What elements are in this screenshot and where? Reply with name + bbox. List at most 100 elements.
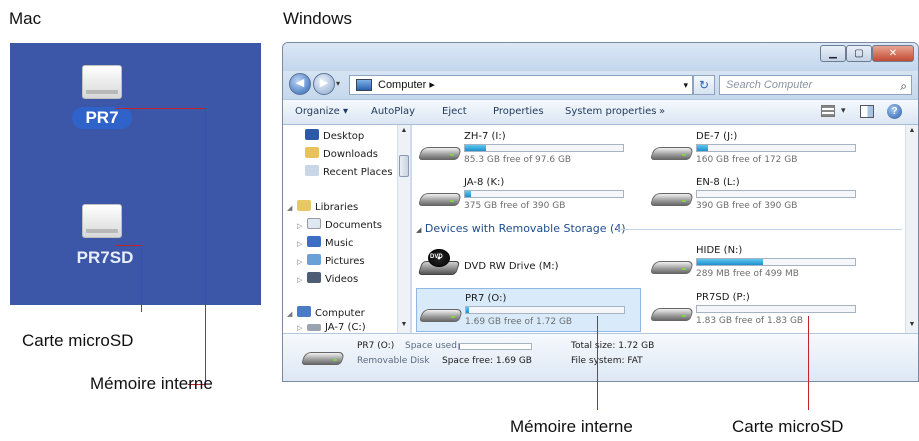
drive-de7[interactable]: DE-7 (J:) 160 GB free of 172 GB (648, 127, 873, 171)
content-scrollbar[interactable]: ▲ ▼ (905, 125, 918, 333)
navigation-pane: Desktop Downloads Recent Places ◢ Librari… (283, 125, 411, 333)
nav-item-libraries[interactable]: ◢ Libraries (287, 200, 358, 213)
nav-item-videos[interactable]: ▷ Videos (297, 272, 358, 285)
forward-button[interactable]: ▶ (313, 73, 335, 95)
mac-pr7sd-label[interactable]: PR7SD (65, 248, 145, 268)
expanded-triangle-icon[interactable]: ◢ (416, 226, 421, 234)
details-capacity-fill (459, 344, 461, 349)
mac-caption: Mac (9, 9, 42, 28)
title-bar[interactable]: ▁ ▢ ✕ (283, 43, 918, 71)
capacity-bar (464, 144, 624, 152)
details-drive-type: Removable Disk (357, 356, 430, 366)
mac-microsd-leader-v (141, 245, 142, 312)
properties-button[interactable]: Properties (493, 106, 544, 117)
drive-free-space: 1.69 GB free of 1.72 GB (465, 317, 573, 327)
navigation-scrollbar[interactable]: ▲ ▼ (397, 125, 410, 333)
collapsed-triangle-icon[interactable]: ▷ (297, 276, 307, 284)
back-button[interactable]: ◀ (289, 73, 311, 95)
mac-microsd-leader-h (115, 245, 141, 246)
windows-caption: Windows (283, 9, 352, 28)
nav-item-computer[interactable]: ◢ Computer (287, 306, 365, 319)
capacity-fill (465, 191, 472, 197)
system-properties-button[interactable]: System properties (565, 106, 657, 117)
drive-free-space: 289 MB free of 499 MB (696, 269, 799, 279)
drive-name: DE-7 (J:) (696, 131, 738, 142)
eject-button[interactable]: Eject (442, 106, 467, 117)
details-pane: PR7 (O:) Removable Disk Space used: Spac… (283, 333, 918, 381)
win-internal-leader (597, 316, 598, 410)
capacity-fill (697, 259, 764, 265)
preview-pane-icon[interactable] (860, 105, 874, 118)
collapsed-triangle-icon[interactable]: ▷ (297, 258, 307, 266)
close-button[interactable]: ✕ (872, 45, 914, 62)
drive-name: HIDE (N:) (696, 245, 743, 256)
scrollbar-thumb[interactable] (399, 155, 409, 177)
nav-item-pictures[interactable]: ▷ Pictures (297, 254, 365, 267)
drive-hide[interactable]: HIDE (N:) 289 MB free of 499 MB (648, 241, 873, 285)
win-microsd-caption: Carte microSD (732, 417, 844, 436)
win-microsd-leader (808, 316, 809, 410)
computer-icon (356, 79, 372, 91)
views-icon[interactable] (821, 105, 835, 117)
drive-free-space: 375 GB free of 390 GB (464, 201, 566, 211)
removable-section-header[interactable]: ◢ Devices with Removable Storage (4) (416, 222, 626, 235)
drive-free-space: 1.83 GB free of 1.83 GB (696, 316, 804, 326)
minimize-button[interactable]: ▁ (820, 45, 846, 62)
expanded-triangle-icon[interactable]: ◢ (287, 310, 297, 318)
address-dropdown-icon[interactable]: ▾ (683, 76, 688, 94)
nav-item-downloads[interactable]: Downloads (305, 147, 378, 160)
drive-free-space: 85.3 GB free of 97.6 GB (464, 155, 572, 165)
nav-item-ja7[interactable]: ▷ JA-7 (C:) (297, 322, 366, 333)
pictures-icon (307, 254, 321, 265)
scroll-down-icon[interactable]: ▼ (906, 321, 918, 328)
drive-pr7sd[interactable]: PR7SD (P:) 1.83 GB free of 1.83 GB (648, 288, 873, 332)
capacity-bar (465, 306, 625, 314)
nav-item-recent-places[interactable]: Recent Places (305, 165, 393, 178)
mac-microsd-caption: Carte microSD (22, 331, 134, 350)
drive-free-space: 390 GB free of 390 GB (696, 201, 798, 211)
details-space-used-label: Space used: (405, 341, 460, 351)
nav-item-music[interactable]: ▷ Music (297, 236, 353, 249)
capacity-bar (696, 144, 856, 152)
content-pane: ZH-7 (I:) 85.3 GB free of 97.6 GB DE-7 (… (412, 125, 906, 333)
maximize-button[interactable]: ▢ (846, 45, 872, 62)
drive-dvd[interactable]: DVD DVD RW Drive (M:) (416, 241, 641, 285)
search-icon[interactable]: ⌕ (900, 77, 907, 95)
mac-pr7-label[interactable]: PR7 (72, 107, 132, 129)
drive-ja8[interactable]: JA-8 (K:) 375 GB free of 390 GB (416, 173, 641, 217)
search-input[interactable]: Search Computer ⌕ (719, 75, 912, 95)
nav-item-desktop[interactable]: Desktop (305, 129, 364, 142)
drive-name: ZH-7 (I:) (464, 131, 506, 142)
removable-drive-icon (418, 305, 464, 325)
drive-zh7[interactable]: ZH-7 (I:) 85.3 GB free of 97.6 GB (416, 127, 641, 171)
address-path[interactable]: Computer ▸ (378, 79, 435, 91)
capacity-bar (696, 258, 856, 266)
help-icon[interactable]: ? (887, 104, 902, 119)
computer-icon (297, 306, 311, 317)
address-row: ◀ ▶ ▾ Computer ▸ ▾ ↻ Search Computer ⌕ (283, 71, 918, 99)
drive-en8[interactable]: EN-8 (L:) 390 GB free of 390 GB (648, 173, 873, 217)
more-commands-button[interactable]: » (659, 106, 665, 117)
collapsed-triangle-icon[interactable]: ▷ (297, 240, 307, 248)
collapsed-triangle-icon[interactable]: ▷ (297, 324, 307, 332)
autoplay-button[interactable]: AutoPlay (371, 106, 415, 117)
drive-name: PR7 (O:) (465, 293, 507, 304)
address-bar[interactable]: Computer ▸ ▾ (349, 75, 693, 95)
drive-pr7-selected[interactable]: PR7 (O:) 1.69 GB free of 1.72 GB (416, 288, 641, 332)
organize-menu[interactable]: Organize ▾ (295, 106, 348, 117)
pr7-drive-icon[interactable] (82, 65, 122, 99)
pr7sd-drive-icon[interactable] (82, 204, 122, 238)
nav-item-documents[interactable]: ▷ Documents (297, 218, 382, 231)
scroll-down-icon[interactable]: ▼ (398, 321, 410, 328)
views-dropdown-icon[interactable]: ▾ (841, 105, 846, 116)
collapsed-triangle-icon[interactable]: ▷ (297, 222, 307, 230)
history-dropdown-icon[interactable]: ▾ (336, 79, 340, 88)
refresh-icon[interactable]: ↻ (693, 75, 715, 95)
mac-internal-leader-v (205, 108, 206, 385)
explorer-window: ▁ ▢ ✕ ◀ ▶ ▾ Computer ▸ ▾ ↻ Search Comput… (282, 42, 919, 382)
scroll-up-icon[interactable]: ▲ (398, 127, 410, 134)
hard-drive-icon (307, 324, 321, 331)
expanded-triangle-icon[interactable]: ◢ (287, 204, 297, 212)
section-divider (618, 229, 902, 230)
scroll-up-icon[interactable]: ▲ (906, 127, 918, 134)
